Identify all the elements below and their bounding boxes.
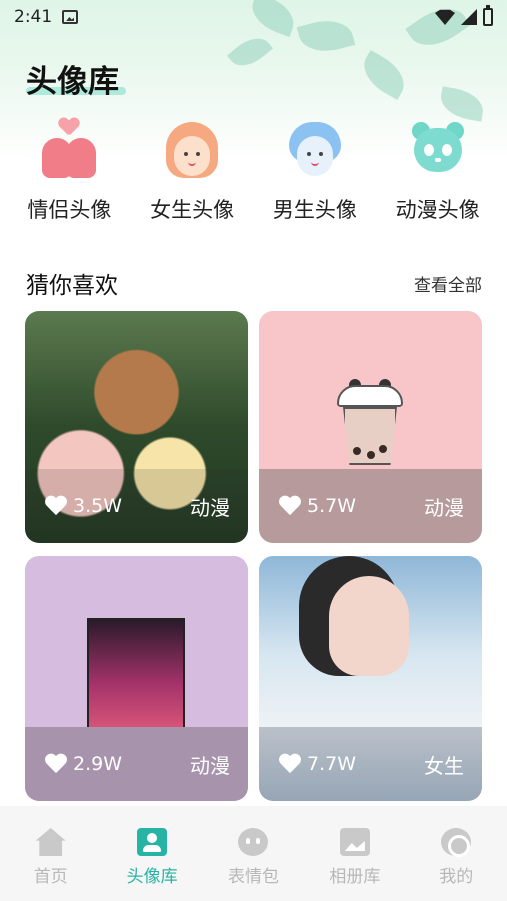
- likes: 5.7W: [279, 495, 356, 517]
- emoji-icon: [238, 828, 269, 856]
- category-label: 女生头像: [150, 198, 235, 222]
- card-tag: 女生: [424, 753, 464, 778]
- tab-label: 表情包: [227, 867, 279, 887]
- couple-icon: [39, 120, 99, 180]
- heart-icon: [279, 754, 301, 774]
- tab-avatar-library[interactable]: 头像库: [107, 828, 197, 901]
- heart-icon: [45, 496, 67, 516]
- status-indicators: [435, 5, 493, 26]
- category-label: 男生头像: [272, 198, 357, 222]
- category-label: 动漫头像: [395, 198, 480, 222]
- tab-label: 头像库: [126, 867, 178, 887]
- heart-icon: [45, 754, 67, 774]
- bottom-tab-bar: 首页 头像库 表情包 相册库 我的: [0, 806, 507, 901]
- card-footer: 5.7W 动漫: [259, 469, 482, 543]
- status-bar: 2:41: [0, 0, 507, 34]
- signal-icon: [461, 9, 477, 25]
- card-tag: 动漫: [424, 495, 464, 520]
- avatar-card[interactable]: 7.7W 女生: [259, 556, 482, 801]
- view-all-link[interactable]: 查看全部: [414, 271, 482, 296]
- avatar-card[interactable]: 3.5W 动漫: [25, 311, 248, 543]
- likes: 7.7W: [279, 753, 356, 775]
- tab-profile[interactable]: 我的: [411, 828, 501, 901]
- likes: 3.5W: [45, 495, 122, 517]
- tab-home[interactable]: 首页: [6, 828, 96, 901]
- card-footer: 2.9W 动漫: [25, 727, 248, 801]
- section-title: 猜你喜欢: [26, 273, 118, 299]
- wifi-icon: [435, 9, 455, 25]
- recommend-section-header: 猜你喜欢 查看全部: [26, 266, 482, 300]
- likes-count: 3.5W: [73, 495, 123, 517]
- tab-label: 我的: [439, 867, 474, 887]
- avatar-card[interactable]: 5.7W 动漫: [259, 311, 482, 543]
- likes: 2.9W: [45, 753, 122, 775]
- page-title: 头像库: [26, 64, 119, 100]
- category-row: 情侣头像 女生头像 男生头像 动漫头像: [0, 120, 507, 230]
- likes-count: 2.9W: [73, 753, 123, 775]
- card-footer: 7.7W 女生: [259, 727, 482, 801]
- card-footer: 3.5W 动漫: [25, 469, 248, 543]
- tab-stickers[interactable]: 表情包: [208, 828, 298, 901]
- category-couple[interactable]: 情侣头像: [10, 120, 128, 230]
- avatar-card[interactable]: 2.9W 动漫: [25, 556, 248, 801]
- image-notification-icon: [62, 10, 79, 24]
- category-anime[interactable]: 动漫头像: [379, 120, 497, 230]
- girl-icon: [162, 120, 222, 180]
- category-label: 情侣头像: [27, 198, 112, 222]
- status-time: 2:41: [14, 7, 53, 27]
- category-boy[interactable]: 男生头像: [256, 120, 374, 230]
- heart-icon: [279, 496, 301, 516]
- likes-count: 7.7W: [307, 753, 357, 775]
- tab-label: 首页: [33, 867, 68, 887]
- tab-label: 相册库: [329, 867, 381, 887]
- card-tag: 动漫: [190, 753, 230, 778]
- tab-album[interactable]: 相册库: [310, 828, 400, 901]
- home-icon: [35, 828, 66, 856]
- category-girl[interactable]: 女生头像: [133, 120, 251, 230]
- boy-icon: [285, 120, 345, 180]
- profile-icon: [441, 828, 472, 857]
- avatar-icon: [137, 828, 168, 856]
- battery-icon: [483, 5, 493, 26]
- card-tag: 动漫: [190, 495, 230, 520]
- album-icon: [339, 828, 370, 856]
- likes-count: 5.7W: [307, 495, 357, 517]
- panda-icon: [408, 120, 468, 180]
